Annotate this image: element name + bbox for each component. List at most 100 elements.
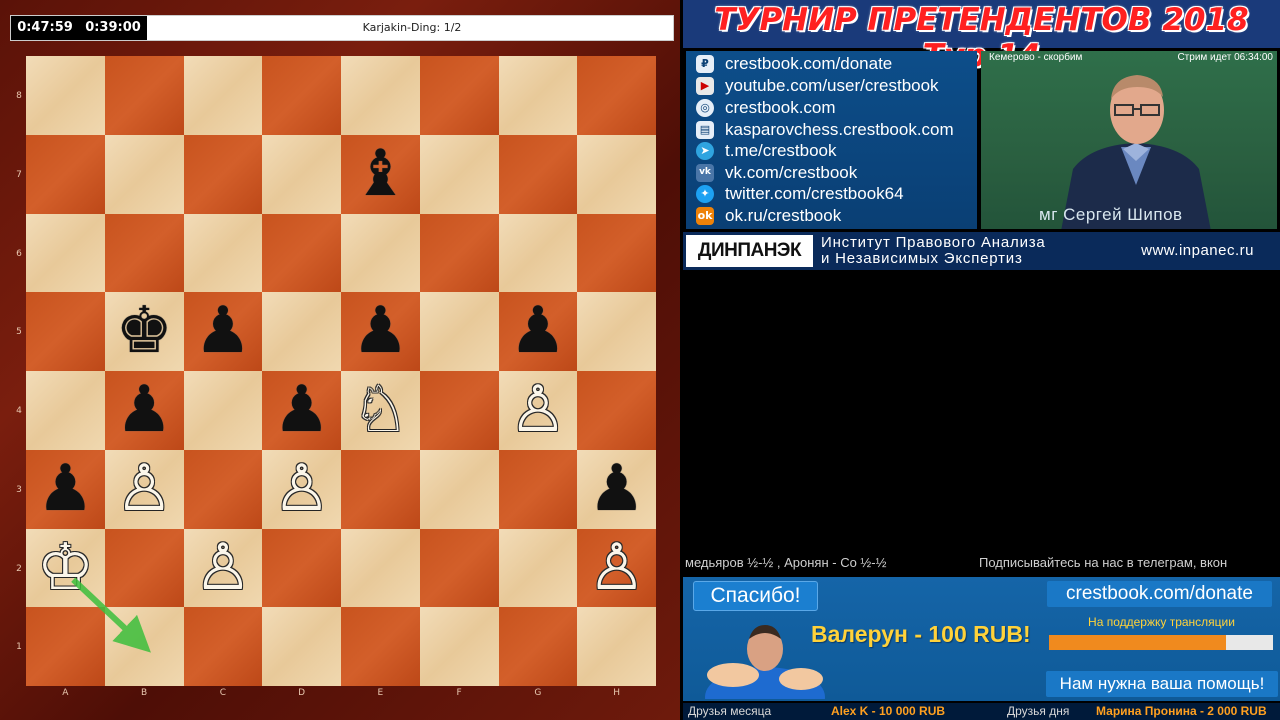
presenter-caption: мг Сергей Шипов xyxy=(1039,205,1183,224)
square-b6[interactable] xyxy=(104,213,184,293)
square-c3[interactable] xyxy=(183,449,263,529)
news-ticker: медьяров ½-½ , Аронян - Со ½-½ Подписыва… xyxy=(683,552,1280,574)
square-d6[interactable] xyxy=(262,213,341,293)
square-d8[interactable] xyxy=(262,56,341,135)
white-king-a2[interactable]: ♔ xyxy=(26,529,105,608)
link-row[interactable]: ◎ crestbook.com xyxy=(696,97,836,118)
square-d1[interactable] xyxy=(262,607,341,686)
square-d7[interactable] xyxy=(262,134,341,214)
square-e1[interactable] xyxy=(341,607,420,686)
black-pawn-d4[interactable]: ♟ xyxy=(262,371,341,450)
square-a8[interactable] xyxy=(26,56,105,135)
square-f1[interactable] xyxy=(419,607,499,686)
link-row[interactable]: ▶ youtube.com/user/crestbook xyxy=(696,75,939,96)
donate-url[interactable]: crestbook.com/donate xyxy=(1047,581,1272,607)
stream-status: Стрим идет 06:34:00 xyxy=(1177,52,1273,63)
square-f2[interactable] xyxy=(419,528,499,608)
white-pawn-h2[interactable]: ♙ xyxy=(577,529,656,608)
square-f3[interactable] xyxy=(419,449,499,529)
square-d2[interactable] xyxy=(262,528,341,608)
link-text: kasparovchess.crestbook.com xyxy=(725,120,954,139)
link-row[interactable]: ok ok.ru/crestbook xyxy=(696,205,841,226)
tournament-banner: ТУРНИР ПРЕТЕНДЕНТОВ 2018 Тур 14 xyxy=(683,0,1280,74)
link-text: crestbook.com xyxy=(725,98,836,117)
black-bishop-e7[interactable]: ♝ xyxy=(341,135,420,214)
square-h7[interactable] xyxy=(577,134,656,214)
square-g8[interactable] xyxy=(498,56,578,135)
square-h6[interactable] xyxy=(577,213,656,293)
square-g2[interactable] xyxy=(498,528,578,608)
square-f4[interactable] xyxy=(419,371,499,450)
rank-label: 3 xyxy=(16,485,22,495)
white-pawn-d3[interactable]: ♙ xyxy=(262,450,341,529)
link-row[interactable]: ▤ kasparovchess.crestbook.com xyxy=(696,119,954,140)
black-pawn-h3[interactable]: ♟ xyxy=(577,450,656,529)
square-e6[interactable] xyxy=(341,213,420,293)
link-row[interactable]: vk vk.com/crestbook xyxy=(696,162,857,183)
square-h1[interactable] xyxy=(577,607,656,686)
black-pawn-e5[interactable]: ♟ xyxy=(341,292,420,371)
game-title: Karjakin-Ding: 1/2 xyxy=(362,21,462,34)
rank-label: 5 xyxy=(16,327,22,337)
white-pawn-g4[interactable]: ♙ xyxy=(499,371,578,450)
black-pawn-g5[interactable]: ♟ xyxy=(499,292,578,371)
link-row[interactable]: ✦ twitter.com/crestbook64 xyxy=(696,183,904,204)
rank-label: 7 xyxy=(16,170,22,180)
square-f7[interactable] xyxy=(419,134,499,214)
link-row[interactable]: ➤ t.me/crestbook xyxy=(696,140,837,161)
youtube-icon: ▶ xyxy=(696,76,714,95)
thanks-badge: Спасибо! xyxy=(693,581,818,611)
black-pawn-b4[interactable]: ♟ xyxy=(105,371,184,450)
support-progress-fill xyxy=(1049,635,1226,650)
link-row[interactable]: ₽ crestbook.com/donate xyxy=(696,53,892,74)
square-d5[interactable] xyxy=(262,292,341,371)
cam-location: Кемерово - скорбим xyxy=(989,52,1083,63)
file-label: A xyxy=(62,688,69,698)
square-h8[interactable] xyxy=(577,56,656,135)
sponsor-line-1: Институт Правового Анализа xyxy=(821,234,1046,251)
white-pawn-b3[interactable]: ♙ xyxy=(105,450,184,529)
square-a5[interactable] xyxy=(26,292,105,371)
webcam-panel: Кемерово - скорбим Стрим идет 06:34:00 м… xyxy=(981,51,1277,229)
sponsor-line-2: и Независимых Экспертиз xyxy=(821,250,1023,267)
square-g7[interactable] xyxy=(498,134,578,214)
black-king-b5[interactable]: ♚ xyxy=(105,292,184,371)
square-g6[interactable] xyxy=(498,213,578,293)
black-pawn-c5[interactable]: ♟ xyxy=(184,292,263,371)
square-a6[interactable] xyxy=(26,213,105,293)
square-b2[interactable] xyxy=(104,528,184,608)
white-knight-e4[interactable]: ♘ xyxy=(341,371,420,450)
square-h5[interactable] xyxy=(577,292,656,371)
square-e3[interactable] xyxy=(341,449,420,529)
support-progress-bar xyxy=(1049,635,1273,650)
square-f5[interactable] xyxy=(419,292,499,371)
square-c6[interactable] xyxy=(183,213,263,293)
link-text: t.me/crestbook xyxy=(725,141,837,160)
square-b8[interactable] xyxy=(104,56,184,135)
square-c7[interactable] xyxy=(183,134,263,214)
file-label: H xyxy=(613,688,621,698)
square-b7[interactable] xyxy=(104,134,184,214)
square-g1[interactable] xyxy=(498,607,578,686)
square-c1[interactable] xyxy=(183,607,263,686)
square-a4[interactable] xyxy=(26,371,105,450)
square-g3[interactable] xyxy=(498,449,578,529)
square-e2[interactable] xyxy=(341,528,420,608)
chess-board-panel: 0:47:59 0:39:00 Karjakin-Ding: 1/2 ♝ ♚ ♟ ♟ ♟… xyxy=(0,0,680,720)
square-c8[interactable] xyxy=(183,56,263,135)
square-a1[interactable] xyxy=(26,607,105,686)
file-label: B xyxy=(141,688,148,698)
file-label: C xyxy=(219,688,227,698)
chess-board[interactable]: ♝ ♚ ♟ ♟ ♟ ♟ ♟ ♘ ♙ ♟ ♙ ♙ ♟ ♔ ♙ ♙ xyxy=(26,56,656,686)
chat-icon: ▤ xyxy=(696,120,714,139)
white-pawn-c2[interactable]: ♙ xyxy=(184,529,263,608)
black-pawn-a3[interactable]: ♟ xyxy=(26,450,105,529)
square-f8[interactable] xyxy=(419,56,499,135)
square-f6[interactable] xyxy=(419,213,499,293)
square-c4[interactable] xyxy=(183,371,263,450)
square-e8[interactable] xyxy=(341,56,420,135)
square-b1[interactable] xyxy=(104,607,184,686)
sponsor-url[interactable]: www.inpanec.ru xyxy=(1141,242,1254,259)
square-h4[interactable] xyxy=(577,371,656,450)
square-a7[interactable] xyxy=(26,134,105,214)
